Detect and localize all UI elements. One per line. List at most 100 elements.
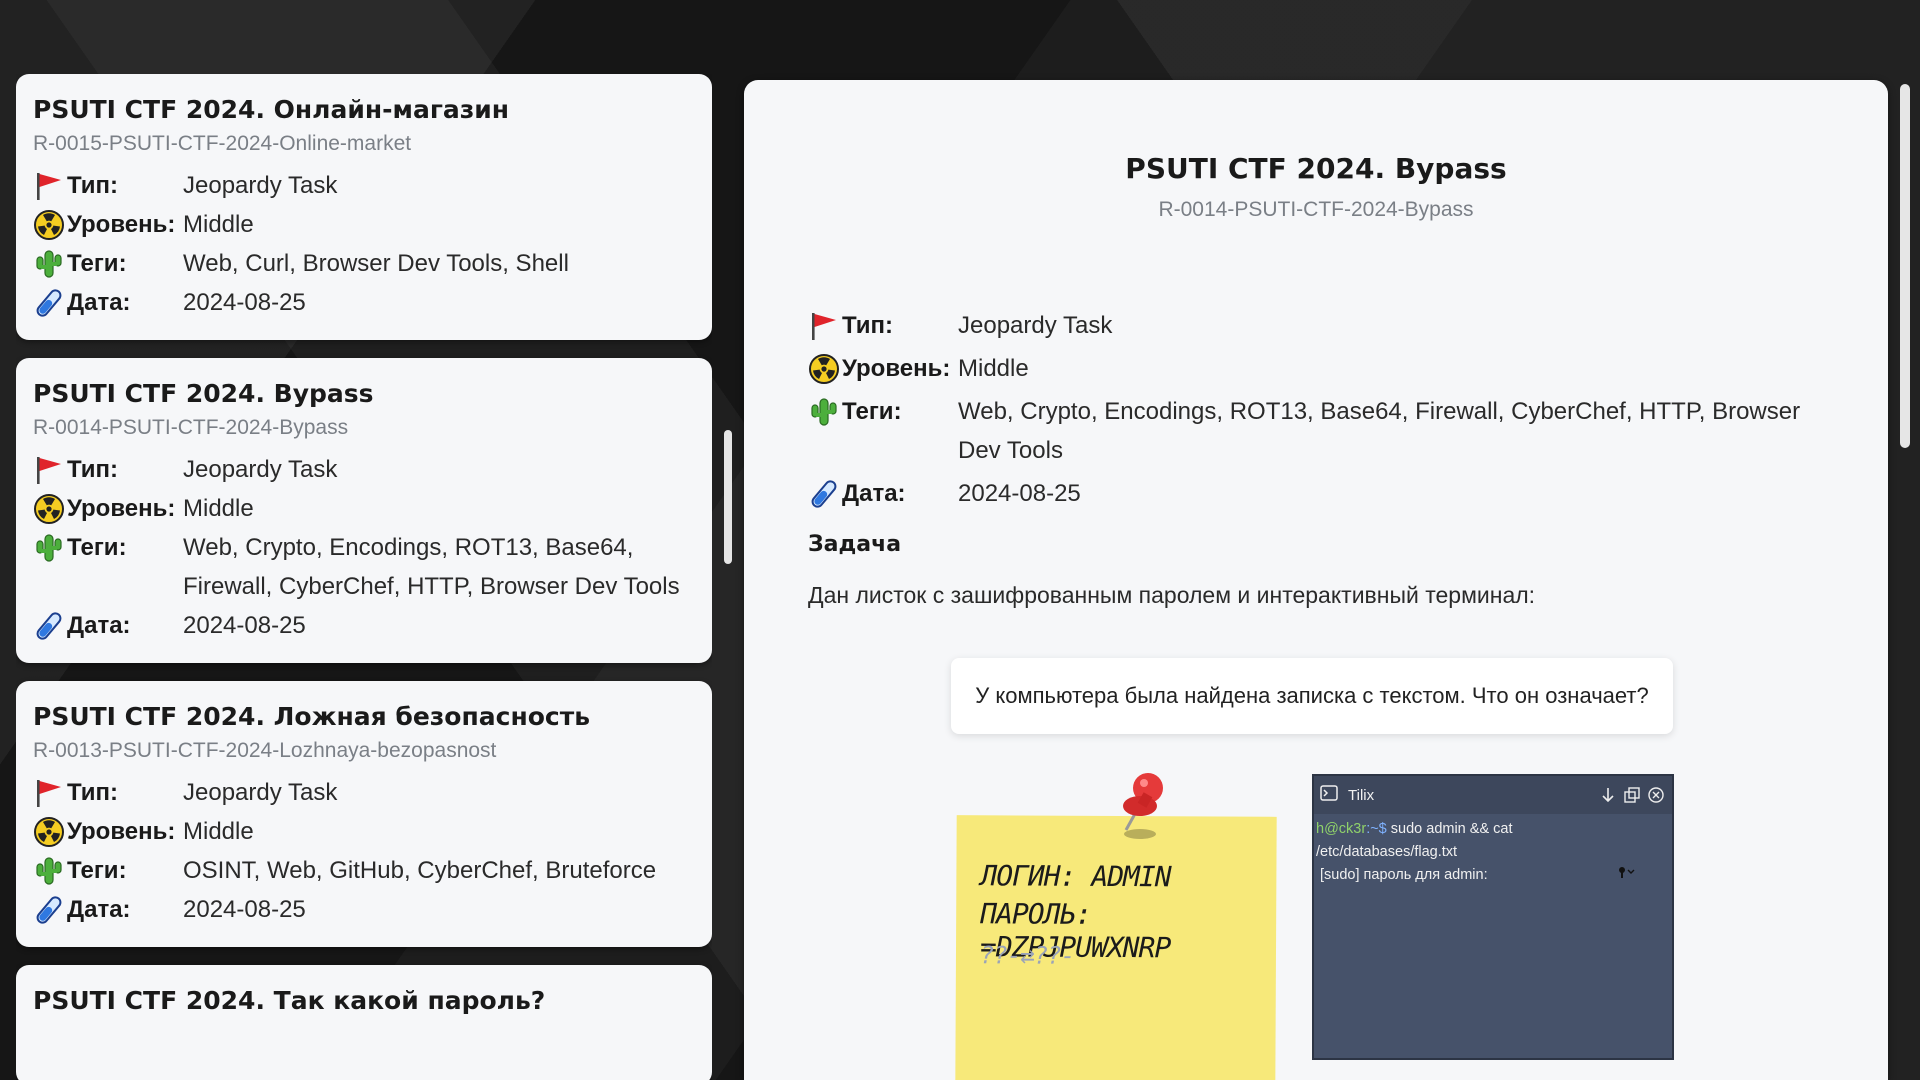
card-id: R-0015-PSUTI-CTF-2024-Online-market: [33, 132, 412, 155]
card-title[interactable]: PSUTI CTF 2024. Bypass: [33, 378, 695, 410]
terminal-title: Tilix: [1348, 786, 1375, 804]
task-list[interactable]: PSUTI CTF 2024. Онлайн-магазин R-0015-PS…: [16, 74, 712, 1080]
detail-row-date: Дата: 2024-08-25: [808, 474, 1848, 513]
type-value: Jeopardy Task: [183, 456, 338, 483]
terminal-line: [sudo] пароль для admin:: [1316, 864, 1670, 887]
level-label: Уровень:: [67, 818, 176, 845]
card-title[interactable]: PSUTI CTF 2024. Ложная безопасность: [33, 701, 695, 733]
type-label: Тип:: [67, 779, 118, 806]
red-flag-icon: [808, 306, 842, 345]
card-row-date: Дата: 2024-08-25: [33, 606, 695, 645]
date-label: Дата:: [67, 896, 131, 923]
level-value: Middle: [183, 211, 254, 238]
tags-value: Web, Curl, Browser Dev Tools, Shell: [183, 250, 569, 277]
level-label: Уровень:: [67, 211, 176, 238]
detail-title: PSUTI CTF 2024. Bypass: [1125, 152, 1507, 185]
prompt-path: :~$: [1366, 821, 1387, 837]
card-id: R-0014-PSUTI-CTF-2024-Bypass: [33, 416, 349, 439]
level-value: Middle: [958, 355, 1029, 382]
card-row-date: Дата: 2024-08-25: [33, 283, 695, 322]
type-value: Jeopardy Task: [183, 172, 338, 199]
date-value: 2024-08-25: [183, 289, 306, 316]
card-row-date: Дата: 2024-08-25: [33, 890, 695, 929]
red-flag-icon: [33, 450, 67, 489]
detail-row-level: Уровень: Middle: [808, 349, 1848, 388]
page-scrollbar[interactable]: [1900, 84, 1910, 448]
note-login: ЛОГИН: ADMIN: [980, 859, 1171, 894]
task-card[interactable]: PSUTI CTF 2024. Онлайн-магазин R-0015-PS…: [16, 74, 712, 340]
section-heading: Задача: [808, 532, 902, 557]
type-label: Тип:: [67, 456, 118, 483]
list-scrollbar[interactable]: [724, 430, 732, 564]
cactus-icon: [33, 244, 67, 283]
radioactive-icon: [33, 812, 67, 851]
red-flag-icon: [33, 773, 67, 812]
close-icon: [1646, 785, 1666, 805]
test-tube-icon: [33, 606, 67, 645]
card-title[interactable]: PSUTI CTF 2024. Так какой пароль?: [33, 985, 695, 1017]
terminal-line: /etc/databases/flag.txt: [1316, 844, 1458, 860]
terminal-body: h@ck3r:~$ sudo admin && cat /etc/databas…: [1314, 814, 1672, 891]
copy-icon: [1622, 785, 1642, 805]
note-hint: ??-⇄??-: [979, 941, 1075, 970]
radioactive-icon: [808, 349, 842, 388]
tags-label: Теги:: [67, 857, 127, 884]
terminal-line: h@ck3r:~$ sudo admin && cat: [1316, 818, 1670, 841]
card-row-level: Уровень: Middle: [33, 489, 695, 528]
level-label: Уровень:: [842, 355, 951, 382]
key-icon: [1618, 864, 1636, 887]
test-tube-icon: [33, 283, 67, 322]
card-row-level: Уровень: Middle: [33, 812, 695, 851]
level-label: Уровень:: [67, 495, 176, 522]
date-label: Дата:: [67, 289, 131, 316]
sticky-note-image: ЛОГИН: ADMIN ПАРОЛЬ: =DZPJPUWXNRP ??-⇄??…: [955, 815, 1277, 1080]
card-row-level: Уровень: Middle: [33, 205, 695, 244]
date-label: Дата:: [842, 480, 906, 507]
detail-id: R-0014-PSUTI-CTF-2024-Bypass: [1158, 198, 1474, 221]
task-detail-panel: PSUTI CTF 2024. Bypass R-0014-PSUTI-CTF-…: [744, 80, 1888, 1080]
task-card[interactable]: PSUTI CTF 2024. Ложная безопасность R-00…: [16, 681, 712, 947]
tags-label: Теги:: [67, 534, 127, 561]
quote-box: У компьютера была найдена записка с текс…: [951, 658, 1673, 734]
quote-text: У компьютера была найдена записка с текс…: [975, 683, 1649, 708]
tags-label: Теги:: [842, 398, 902, 425]
date-label: Дата:: [67, 612, 131, 639]
detail-meta: Тип: Jeopardy Task Уровень: Middle Теги:…: [808, 226, 1848, 513]
tags-value: Web, Crypto, Encodings, ROT13, Base64, F…: [183, 534, 680, 600]
tags-label: Теги:: [67, 250, 127, 277]
sudo-prompt: [sudo] пароль для admin:: [1320, 867, 1488, 883]
card-id: R-0013-PSUTI-CTF-2024-Lozhnaya-bezopasno…: [33, 739, 497, 762]
test-tube-icon: [33, 890, 67, 929]
download-icon: [1598, 785, 1618, 805]
test-tube-icon: [808, 474, 842, 513]
task-card[interactable]: PSUTI CTF 2024. Так какой пароль?: [16, 965, 712, 1080]
tags-value: Web, Crypto, Encodings, ROT13, Base64, F…: [958, 398, 1801, 464]
card-title[interactable]: PSUTI CTF 2024. Онлайн-магазин: [33, 94, 695, 126]
card-row-tags: Теги: Web, Crypto, Encodings, ROT13, Bas…: [33, 528, 695, 606]
type-label: Тип:: [67, 172, 118, 199]
task-description: Дан листок с зашифрованным паролем и инт…: [808, 582, 1536, 608]
type-value: Jeopardy Task: [183, 779, 338, 806]
date-value: 2024-08-25: [183, 896, 306, 923]
cactus-icon: [33, 851, 67, 890]
pushpin-icon: [1100, 768, 1180, 852]
tags-value: OSINT, Web, GitHub, CyberChef, Bruteforc…: [183, 857, 657, 884]
terminal-titlebar: Tilix: [1314, 776, 1672, 814]
radioactive-icon: [33, 489, 67, 528]
terminal-image: Tilix h@ck3r:~$ sudo admin && cat /etc/d…: [1312, 774, 1674, 1060]
terminal-icon: [1320, 785, 1338, 805]
date-value: 2024-08-25: [183, 612, 306, 639]
type-label: Тип:: [842, 312, 893, 339]
card-row-type: Тип: Jeopardy Task: [33, 773, 695, 812]
date-value: 2024-08-25: [958, 480, 1081, 507]
card-row-type: Тип: Jeopardy Task: [33, 450, 695, 489]
level-value: Middle: [183, 818, 254, 845]
task-card[interactable]: PSUTI CTF 2024. Bypass R-0014-PSUTI-CTF-…: [16, 358, 712, 663]
cactus-icon: [808, 392, 842, 431]
detail-row-tags: Теги: Web, Crypto, Encodings, ROT13, Bas…: [808, 392, 1848, 470]
type-value: Jeopardy Task: [958, 312, 1113, 339]
red-flag-icon: [33, 166, 67, 205]
level-value: Middle: [183, 495, 254, 522]
card-row-tags: Теги: Web, Curl, Browser Dev Tools, Shel…: [33, 244, 695, 283]
terminal-command: sudo admin && cat: [1386, 821, 1513, 837]
